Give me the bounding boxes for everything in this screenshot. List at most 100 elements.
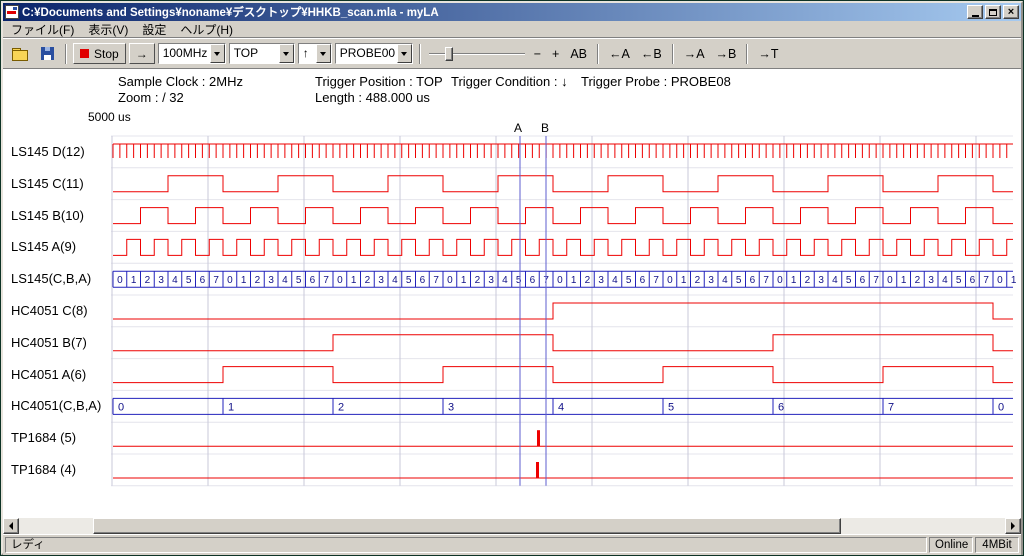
bus-value: 2	[585, 275, 591, 286]
toolbar-separator	[65, 44, 67, 64]
bus-value: 5	[736, 275, 742, 286]
bus-value: 3	[158, 275, 164, 286]
waveform-panel: Sample Clock : 2MHz Trigger Position : T…	[3, 68, 1021, 518]
bus-value: 0	[557, 275, 563, 286]
zoom-slider-thumb[interactable]	[445, 47, 453, 61]
zoom-slider[interactable]	[427, 44, 527, 64]
run-button[interactable]: →	[129, 43, 155, 64]
title-bar[interactable]: C:¥Documents and Settings¥noname¥デスクトップ¥…	[3, 3, 1021, 21]
waveform-canvas: 0123456701234567012345670123456701234567…	[3, 69, 1021, 518]
waveform-trace	[113, 303, 1013, 319]
bus-value: 0	[667, 275, 673, 286]
zoom-in-button[interactable]: +	[548, 44, 563, 64]
bus-value: 5	[516, 275, 522, 286]
arrow-left-icon	[9, 522, 13, 530]
status-message: レディ	[5, 537, 927, 553]
bus-value: 6	[860, 275, 866, 286]
bus-value: 0	[447, 275, 453, 286]
bus-value: 3	[928, 275, 934, 286]
chevron-down-icon	[283, 52, 289, 56]
bus-value: 0	[997, 275, 1003, 286]
menu-view[interactable]: 表示(V)	[81, 20, 135, 39]
stop-button-label: Stop	[94, 47, 119, 61]
channel-label: LS145 C(11)	[11, 176, 110, 192]
scroll-left-button[interactable]	[3, 518, 19, 534]
waveform-trace	[113, 367, 1013, 383]
trigger-position-select[interactable]: TOP	[229, 43, 295, 64]
bus-value: 5	[186, 275, 192, 286]
goto-cursor-b-right-button[interactable]: →B	[712, 44, 741, 64]
dropdown-arrow-icon[interactable]	[279, 44, 294, 63]
channel-label: LS145 A(9)	[11, 239, 110, 255]
bus-value: 2	[338, 401, 344, 413]
goto-cursor-b-left-button[interactable]: ←B	[637, 44, 666, 64]
bus-value: 1	[681, 275, 687, 286]
bus-value: 7	[888, 401, 894, 413]
cursor-b-label[interactable]: B	[541, 121, 549, 135]
chevron-down-icon	[214, 52, 220, 56]
bus-value: 4	[942, 275, 948, 286]
bus-value: 0	[227, 275, 233, 286]
trigger-edge-select[interactable]: ↑	[298, 43, 332, 64]
bus-value: 2	[805, 275, 811, 286]
bus-value: 3	[268, 275, 274, 286]
bus-value: 3	[488, 275, 494, 286]
waveform-trace	[113, 176, 1013, 192]
bus-value: 7	[213, 275, 219, 286]
channel-label: LS145(C,B,A)	[11, 271, 110, 287]
cursor-a-label[interactable]: A	[514, 121, 522, 135]
horizontal-scrollbar[interactable]	[3, 518, 1021, 534]
bus-value: 6	[640, 275, 646, 286]
scrollbar-thumb[interactable]	[93, 518, 841, 534]
scroll-right-button[interactable]	[1005, 518, 1021, 534]
bus-value: 5	[956, 275, 962, 286]
bus-value: 6	[530, 275, 536, 286]
zoom-out-button[interactable]: −	[530, 44, 545, 64]
goto-cursor-a-right-button[interactable]: →A	[680, 44, 709, 64]
bus-value: 0	[777, 275, 783, 286]
bus-value: 2	[255, 275, 261, 286]
dropdown-arrow-icon[interactable]	[397, 44, 412, 63]
trigger-probe-select[interactable]: PROBE00	[335, 43, 413, 64]
run-arrow-icon: →	[136, 47, 148, 61]
bus-value: 7	[873, 275, 879, 286]
bus-value: 4	[392, 275, 398, 286]
bus-value: 7	[323, 275, 329, 286]
goto-cursor-a-left-button[interactable]: ←A	[605, 44, 634, 64]
app-icon	[5, 5, 19, 19]
bus-value: 1	[571, 275, 577, 286]
sample-clock-value: 100MHz	[159, 44, 210, 63]
close-button[interactable]: ×	[1003, 5, 1019, 19]
bus-value: 7	[653, 275, 659, 286]
toolbar-separator	[672, 44, 674, 64]
sample-clock-select[interactable]: 100MHz	[158, 43, 226, 64]
bus-value: 4	[612, 275, 618, 286]
app-window: C:¥Documents and Settings¥noname¥デスクトップ¥…	[1, 1, 1023, 555]
stop-button[interactable]: Stop	[73, 43, 126, 64]
waveform-trace	[113, 144, 1013, 158]
bus-value: 6	[778, 401, 784, 413]
bus-value: 5	[846, 275, 852, 286]
save-file-button[interactable]	[35, 43, 59, 65]
bus-value: 1	[228, 401, 234, 413]
menu-file[interactable]: ファイル(F)	[4, 20, 81, 39]
menu-bar: ファイル(F) 表示(V) 設定 ヘルプ(H)	[3, 21, 1021, 38]
bus-value: 5	[406, 275, 412, 286]
window-title: C:¥Documents and Settings¥noname¥デスクトップ¥…	[22, 4, 964, 20]
dropdown-arrow-icon[interactable]	[316, 44, 331, 63]
waveform-trace	[113, 239, 1013, 255]
open-file-button[interactable]	[8, 43, 32, 65]
bus-value: 5	[626, 275, 632, 286]
menu-settings[interactable]: 設定	[135, 20, 173, 39]
pulse-mark	[537, 430, 540, 446]
arrow-right-icon	[1011, 522, 1015, 530]
menu-help[interactable]: ヘルプ(H)	[173, 20, 240, 39]
ab-range-button[interactable]: AB	[566, 44, 591, 64]
waveform-trace	[113, 335, 1013, 351]
goto-trigger-button[interactable]: →T	[754, 44, 782, 64]
bus-value: 5	[296, 275, 302, 286]
bus-value: 0	[887, 275, 893, 286]
maximize-button[interactable]	[985, 5, 1001, 19]
minimize-button[interactable]	[967, 5, 983, 19]
dropdown-arrow-icon[interactable]	[210, 44, 225, 63]
